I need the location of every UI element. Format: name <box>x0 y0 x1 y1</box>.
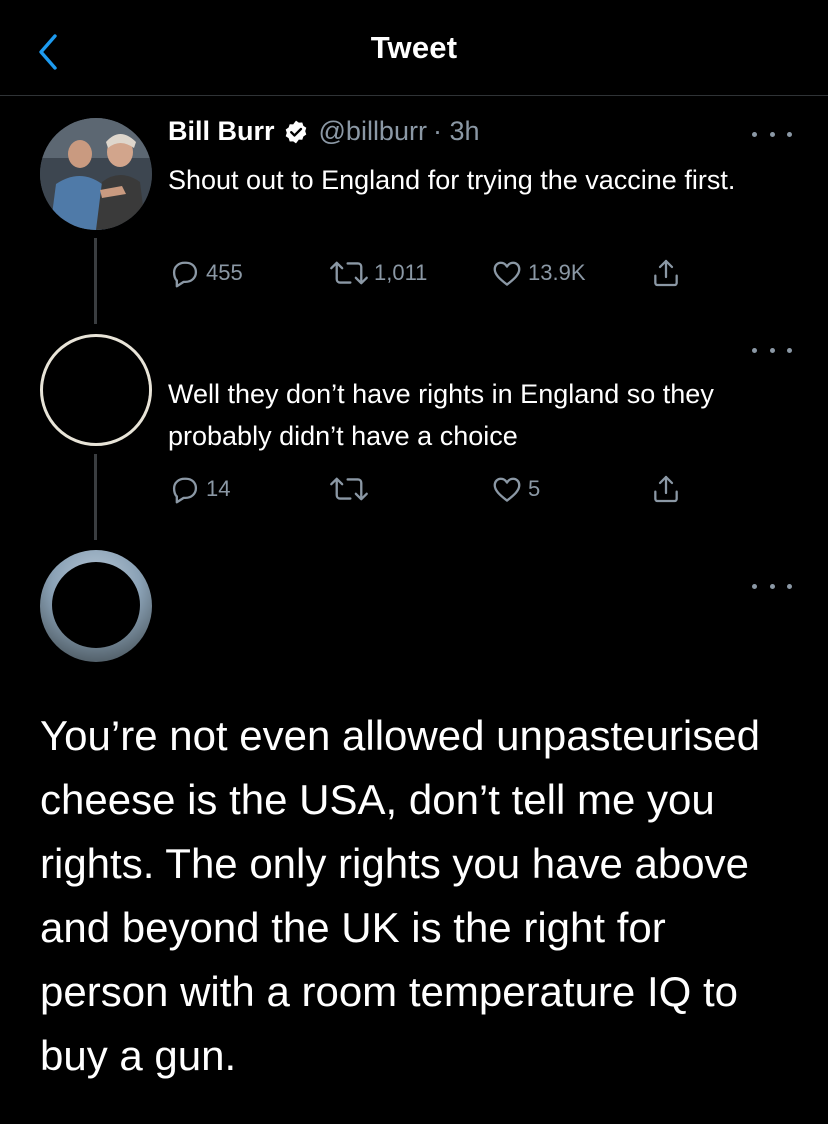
tweet-text: Well they don’t have rights in England s… <box>168 379 714 451</box>
expanded-tweet-text: You’re not even allowed unpasteurised ch… <box>40 712 760 1079</box>
avatar[interactable] <box>40 118 152 230</box>
share-icon <box>654 259 678 287</box>
retweet-icon <box>330 477 368 501</box>
top-bar: Tweet <box>0 0 828 96</box>
reply-button[interactable]: 14 <box>168 472 230 506</box>
author-row: Bill Burr @billburr · 3h <box>168 116 479 147</box>
like-button[interactable]: 13.9K <box>490 256 586 290</box>
redacted-mark <box>52 562 140 648</box>
avatar-photo <box>40 118 152 230</box>
thread-connector <box>94 238 97 324</box>
page-title: Tweet <box>370 30 458 65</box>
more-icon <box>752 347 757 353</box>
author-handle[interactable]: @billburr <box>319 116 427 147</box>
avatar[interactable] <box>40 550 152 662</box>
share-button[interactable] <box>650 256 682 290</box>
reply-button[interactable]: 455 <box>168 256 243 290</box>
retweet-button[interactable]: 1,011 <box>328 256 427 290</box>
retweet-count: 1,011 <box>374 260 428 285</box>
reply-icon <box>172 477 198 504</box>
tweet-actions: 455 1,011 13.9K <box>168 256 708 290</box>
like-button[interactable]: 5 <box>490 472 540 506</box>
tweet-timestamp: · 3h <box>432 116 480 146</box>
heart-icon <box>493 477 521 502</box>
redacted-mark <box>53 343 149 437</box>
avatar[interactable] <box>40 334 152 446</box>
like-count: 5 <box>528 476 541 501</box>
heart-icon <box>493 261 521 286</box>
retweet-button[interactable] <box>328 472 374 506</box>
tweet-actions: 14 5 <box>168 472 708 506</box>
retweet-icon <box>330 261 368 285</box>
tweet-text: Shout out to England for trying the vacc… <box>168 165 736 195</box>
more-icon <box>752 131 757 137</box>
tweet-thread-screen: Tweet Bill Burr @billburr · 3h Shout out… <box>0 0 828 1124</box>
like-count: 13.9K <box>528 260 586 285</box>
author-name[interactable]: Bill Burr <box>168 116 275 147</box>
reply-icon <box>172 261 198 288</box>
thread-connector <box>94 454 97 540</box>
more-icon <box>752 583 757 589</box>
more-options-button[interactable] <box>752 576 792 596</box>
more-options-button[interactable] <box>752 124 792 144</box>
more-options-button[interactable] <box>752 340 792 360</box>
share-icon <box>654 475 678 503</box>
share-button[interactable] <box>650 472 682 506</box>
reply-count: 455 <box>206 260 243 285</box>
reply-count: 14 <box>206 476 231 501</box>
verified-badge-icon <box>283 119 309 145</box>
